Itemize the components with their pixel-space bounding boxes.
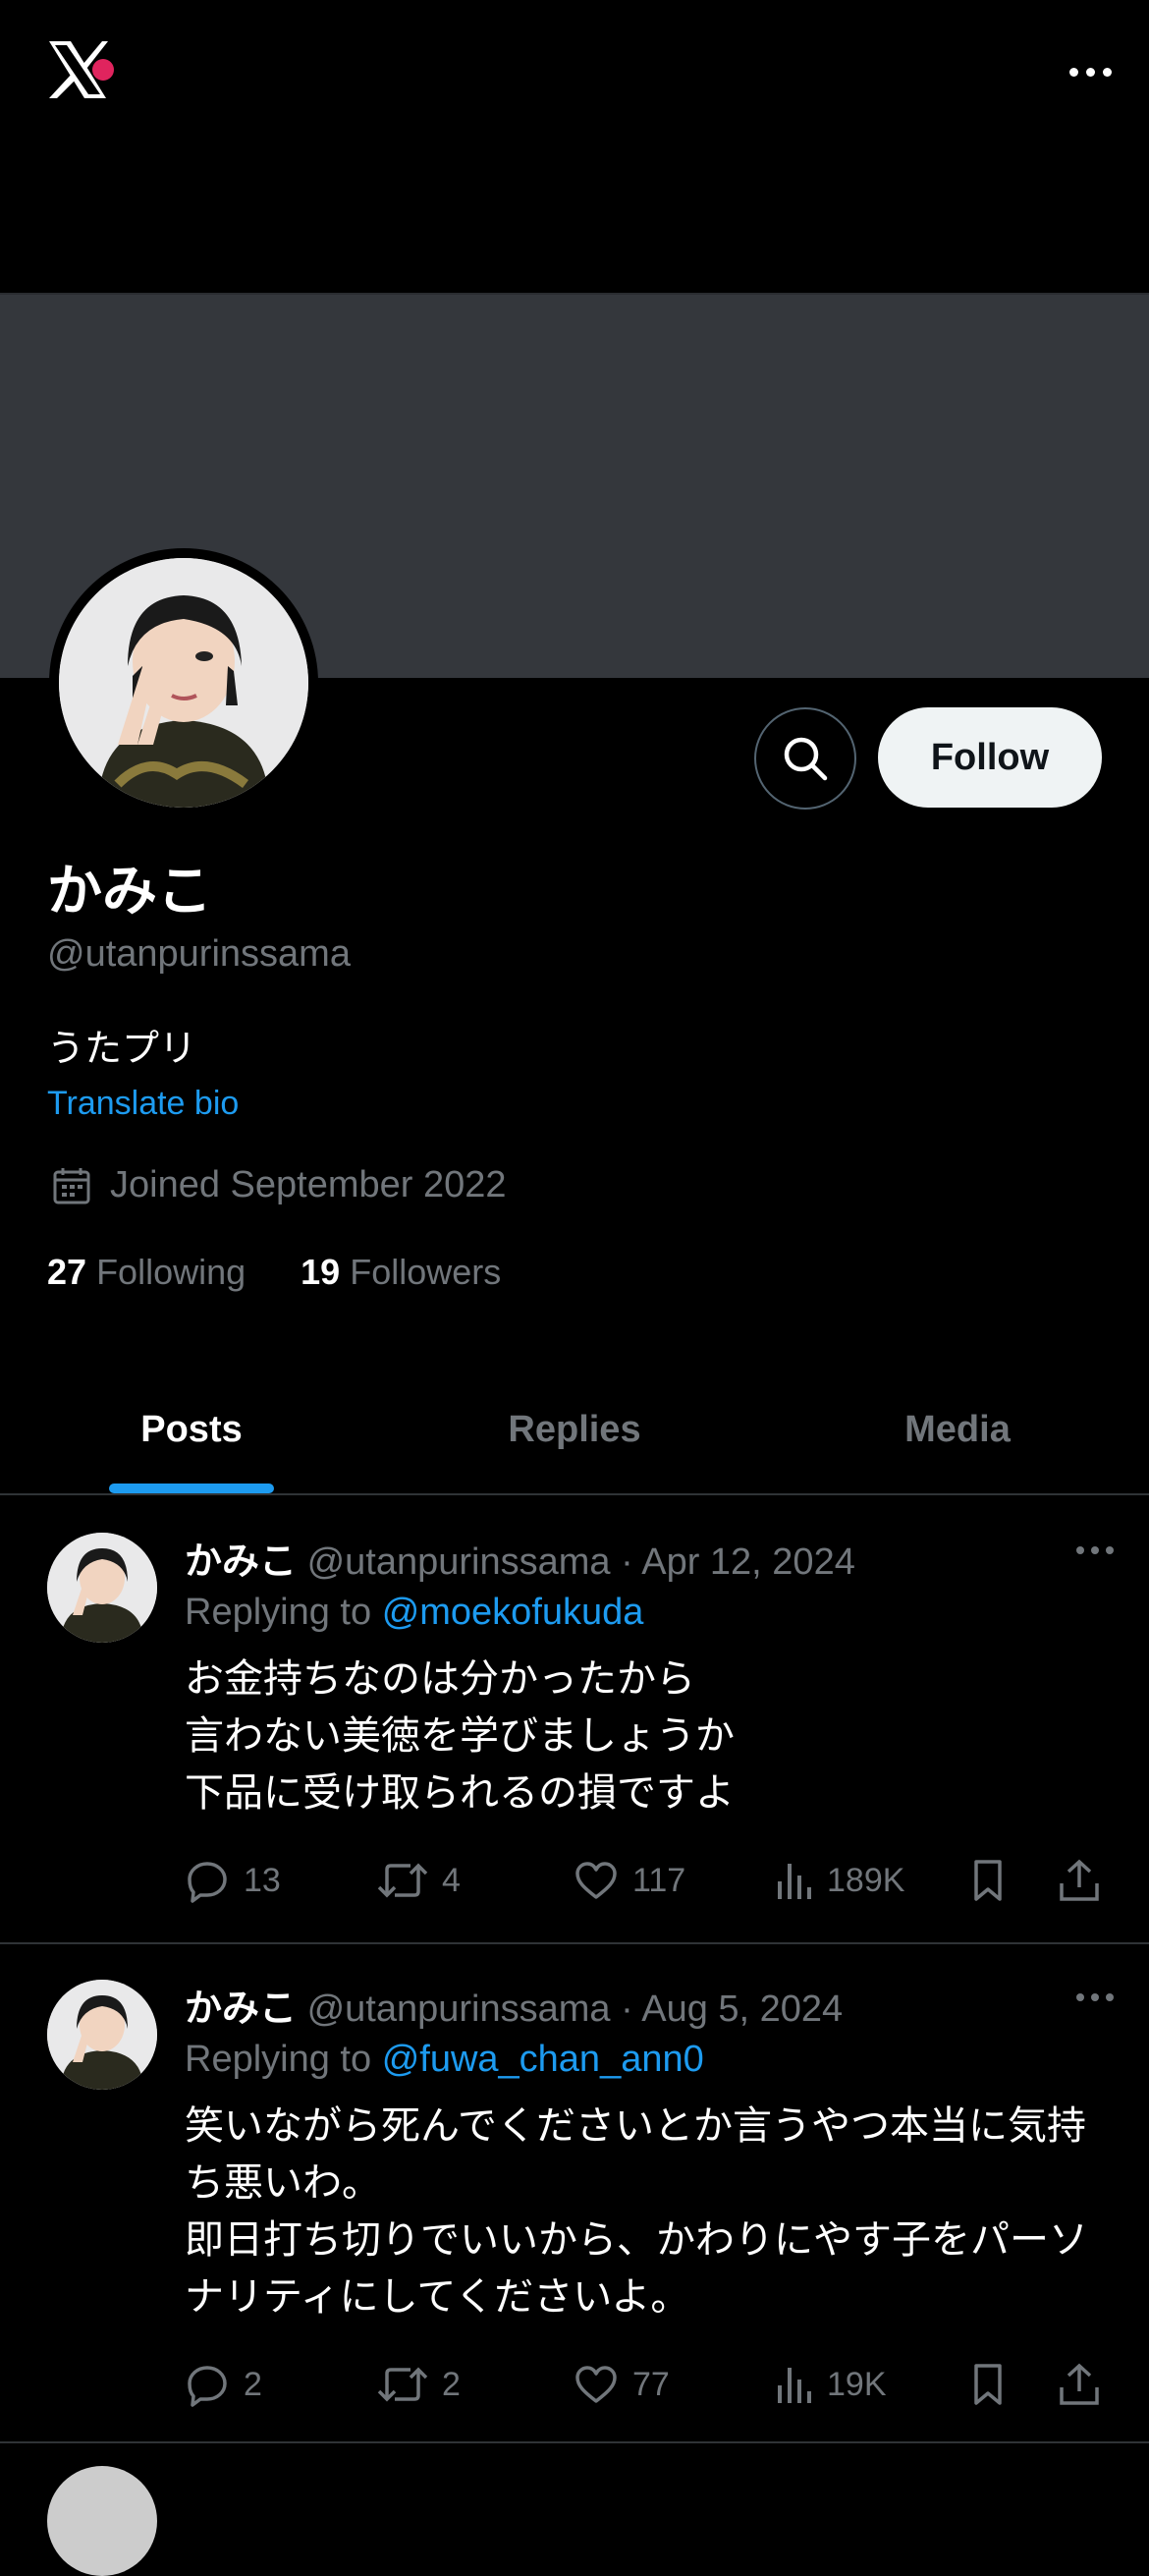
- repost-icon: [377, 2367, 428, 2402]
- calendar-icon: [53, 1167, 90, 1204]
- profile-bio: うたプリ: [47, 1029, 197, 1070]
- active-tab-indicator: [109, 1484, 274, 1493]
- translate-bio-link[interactable]: Translate bio: [47, 1085, 239, 1123]
- post-actions: 13 4 117 189K: [185, 1851, 1108, 1910]
- post-avatar[interactable]: [47, 1980, 157, 2090]
- joined-date: Joined September 2022: [51, 1164, 507, 1206]
- post-header: かみこ @utanpurinssama · Aug 5, 2024: [185, 1988, 844, 2030]
- post-avatar[interactable]: [47, 2466, 157, 2576]
- more-options-button[interactable]: [1061, 47, 1120, 96]
- repost-button[interactable]: 4: [377, 1851, 461, 1910]
- replying-to: Replying to @fuwa_chan_ann0: [185, 2039, 704, 2080]
- share-button[interactable]: [1057, 2355, 1102, 2414]
- post-item[interactable]: かみこ @utanpurinssama · Apr 12, 2024 Reply…: [0, 1495, 1149, 1944]
- share-icon: [1060, 2363, 1099, 2405]
- like-button[interactable]: 77: [574, 2355, 670, 2414]
- post-item[interactable]: かみこ @utanpurinssama · Aug 5, 2024 Replyi…: [0, 1942, 1149, 2443]
- reply-button[interactable]: 2: [185, 2355, 262, 2414]
- reply-icon: [188, 2366, 227, 2407]
- bookmark-button[interactable]: [968, 2355, 1008, 2414]
- reply-button[interactable]: 13: [185, 1851, 281, 1910]
- notification-badge-icon: [92, 59, 114, 81]
- post-header: かみこ @utanpurinssama · Apr 12, 2024: [185, 1541, 855, 1583]
- profile-handle: @utanpurinssama: [47, 933, 351, 975]
- reply-icon: [188, 1862, 227, 1903]
- views-button[interactable]: 189K: [774, 1851, 904, 1910]
- tab-replies[interactable]: Replies: [383, 1366, 766, 1493]
- post-avatar[interactable]: [47, 1533, 157, 1643]
- post-text: お金持ちなのは分かったから 言わない美徳を学びましょうか 下品に受け取られるの損…: [185, 1657, 735, 1815]
- search-profile-button[interactable]: [754, 707, 856, 810]
- heart-icon: [575, 2366, 617, 2403]
- post-text: 笑いながら死んでくださいとか言うやつ本当に気持ち悪いわ。 即日打ち切りでいいから…: [185, 2104, 1088, 2319]
- bookmark-icon: [974, 2364, 1002, 2405]
- x-logo-icon[interactable]: [43, 35, 114, 104]
- followers-link[interactable]: 19 Followers: [301, 1252, 501, 1293]
- repost-button[interactable]: 2: [377, 2355, 461, 2414]
- joined-text: Joined September 2022: [110, 1164, 507, 1205]
- share-button[interactable]: [1057, 1851, 1102, 1910]
- top-bar: [0, 0, 1149, 295]
- search-icon: [784, 737, 828, 781]
- post-more-button[interactable]: [1076, 1546, 1114, 1554]
- bookmark-button[interactable]: [968, 1851, 1008, 1910]
- tab-posts[interactable]: Posts: [0, 1366, 383, 1493]
- replying-to-link[interactable]: @fuwa_chan_ann0: [382, 2039, 704, 2080]
- tab-media[interactable]: Media: [766, 1366, 1149, 1493]
- repost-icon: [377, 1863, 428, 1898]
- analytics-icon: [778, 2368, 811, 2403]
- heart-icon: [575, 1862, 617, 1899]
- profile-tabs: Posts Replies Media: [0, 1366, 1149, 1495]
- profile-name: かみこ: [47, 860, 212, 922]
- replying-to-link[interactable]: @moekofukuda: [382, 1592, 644, 1633]
- following-link[interactable]: 27 Following: [47, 1252, 246, 1293]
- profile-avatar[interactable]: [49, 548, 318, 817]
- follow-button[interactable]: Follow: [878, 707, 1102, 808]
- post-more-button[interactable]: [1076, 1993, 1114, 2001]
- share-icon: [1060, 1859, 1099, 1901]
- analytics-icon: [778, 1864, 811, 1899]
- like-button[interactable]: 117: [574, 1851, 685, 1910]
- views-button[interactable]: 19K: [774, 2355, 887, 2414]
- replying-to: Replying to @moekofukuda: [185, 1592, 644, 1633]
- post-actions: 2 2 77 19K: [185, 2355, 1108, 2414]
- bookmark-icon: [974, 1860, 1002, 1901]
- follow-counts: 27 Following 19 Followers: [47, 1252, 501, 1293]
